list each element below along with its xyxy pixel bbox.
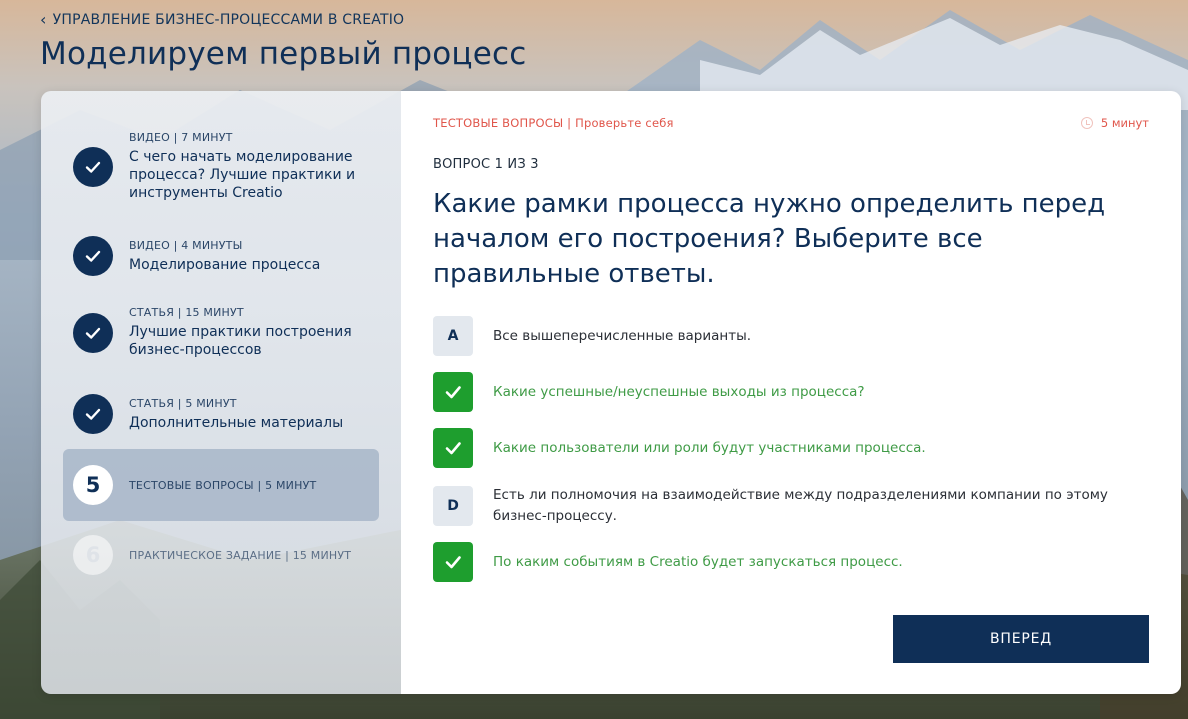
check-icon <box>433 428 473 468</box>
sidebar-lesson-2[interactable]: ВИДЕО | 4 МИНУТЫ Моделирование процесса <box>63 236 379 276</box>
timer: 5 минут <box>1080 116 1149 130</box>
lesson-meta: ВИДЕО | 4 МИНУТЫ <box>129 238 243 252</box>
sidebar-lesson-4[interactable]: СТАТЬЯ | 5 МИНУТ Дополнительные материал… <box>63 394 379 434</box>
quiz-panel: ТЕСТОВЫЕ ВОПРОСЫ | Проверьте себя 5 мину… <box>401 91 1181 694</box>
answer-option-b[interactable]: Какие успешные/неуспешные выходы из проц… <box>433 372 1153 412</box>
lesson-title: Дополнительные материалы <box>129 414 344 431</box>
option-label: Все вышеперечисленные варианты. <box>493 327 752 344</box>
breadcrumb-label: УПРАВЛЕНИЕ БИЗНЕС-ПРОЦЕССАМИ В CREATIO <box>52 12 405 28</box>
option-label: Какие пользователи или роли будут участн… <box>493 439 926 456</box>
option-letter-badge: D <box>433 486 473 526</box>
check-icon <box>433 542 473 582</box>
chevron-left-icon: ‹ <box>40 10 47 29</box>
check-icon <box>73 146 113 187</box>
sidebar-lesson-1[interactable]: ВИДЕО | 7 МИНУТ С чего начать моделирова… <box>63 131 379 202</box>
lesson-number: 6 <box>73 535 113 575</box>
answer-option-a[interactable]: A Все вышеперечисленные варианты. <box>433 316 1153 356</box>
lesson-meta: СТАТЬЯ | 15 МИНУТ <box>129 306 244 319</box>
timer-label: 5 минут <box>1100 116 1149 130</box>
lesson-meta: ВИДЕО | 7 МИНУТ <box>129 131 233 144</box>
lesson-title: С чего начать моделирование процесса? Лу… <box>129 149 356 201</box>
option-label: По каким событиям в Creatio будет запуск… <box>493 553 903 570</box>
answer-option-d[interactable]: D Есть ли полномочия на взаимодействие м… <box>433 485 1153 527</box>
lesson-meta: ТЕСТОВЫЕ ВОПРОСЫ | 5 МИНУТ <box>129 478 317 492</box>
page-title: Моделируем первый процесс <box>40 36 527 72</box>
question-counter: ВОПРОС 1 ИЗ 3 <box>433 157 539 172</box>
section-tag: ТЕСТОВЫЕ ВОПРОСЫ | Проверьте себя <box>433 116 674 130</box>
check-icon <box>73 312 113 353</box>
lesson-meta: ПРАКТИЧЕСКОЕ ЗАДАНИЕ | 15 МИНУТ <box>129 548 352 562</box>
answer-option-c[interactable]: Какие пользователи или роли будут участн… <box>433 428 1153 468</box>
sidebar-lesson-5-current[interactable]: 5 ТЕСТОВЫЕ ВОПРОСЫ | 5 МИНУТ <box>63 449 379 521</box>
sidebar-lesson-6-locked: 6 ПРАКТИЧЕСКОЕ ЗАДАНИЕ | 15 МИНУТ <box>63 535 379 575</box>
clock-icon <box>1080 117 1093 129</box>
option-label: Какие успешные/неуспешные выходы из проц… <box>493 383 865 400</box>
lesson-sidebar: ВИДЕО | 7 МИНУТ С чего начать моделирова… <box>41 91 401 694</box>
question-text: Какие рамки процесса нужно определить пе… <box>433 189 1106 289</box>
lesson-title: Лучшие практики построения бизнес-процес… <box>129 324 352 358</box>
breadcrumb-back-link[interactable]: ‹ УПРАВЛЕНИЕ БИЗНЕС-ПРОЦЕССАМИ В CREATIO <box>40 10 405 29</box>
course-card: ВИДЕО | 7 МИНУТ С чего начать моделирова… <box>41 91 1181 694</box>
answer-option-e[interactable]: По каким событиям в Creatio будет запуск… <box>433 542 1153 582</box>
option-letter-badge: A <box>433 316 473 356</box>
check-icon <box>73 394 113 434</box>
check-icon <box>73 236 113 276</box>
check-icon <box>433 372 473 412</box>
lesson-title: Моделирование процесса <box>129 256 321 273</box>
lesson-number: 5 <box>73 465 113 505</box>
option-label: Есть ли полномочия на взаимодействие меж… <box>493 487 1108 524</box>
sidebar-lesson-3[interactable]: СТАТЬЯ | 15 МИНУТ Лучшие практики постро… <box>63 306 379 359</box>
lesson-meta: СТАТЬЯ | 5 МИНУТ <box>129 396 237 410</box>
next-button[interactable]: ВПЕРЕД <box>893 615 1149 663</box>
